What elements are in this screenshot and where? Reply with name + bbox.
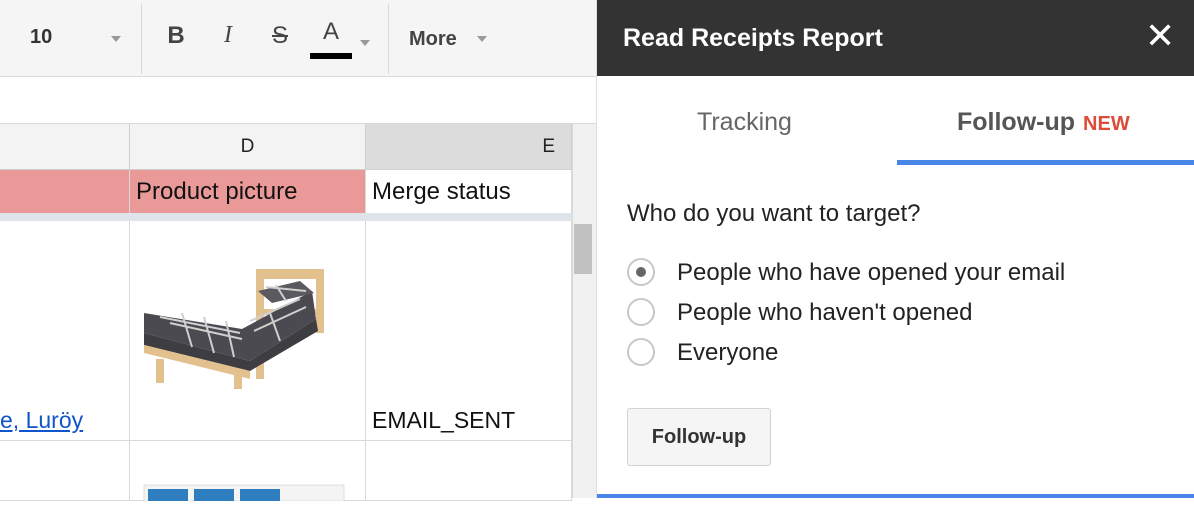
scrollbar-thumb[interactable] xyxy=(574,224,592,274)
option-label-everyone[interactable]: Everyone xyxy=(677,339,778,367)
text-color-swatch xyxy=(310,53,352,59)
sidebar-title: Read Receipts Report xyxy=(623,24,883,52)
close-icon[interactable]: ✕ xyxy=(1145,16,1175,56)
cell-product-picture[interactable] xyxy=(130,441,366,502)
option-label-opened[interactable]: People who have opened your email xyxy=(677,259,1065,287)
shelf-image xyxy=(143,484,345,502)
product-link[interactable]: e, Luröy xyxy=(0,407,83,434)
tab-follow-up-label: Follow-up xyxy=(957,108,1076,136)
bed-image xyxy=(144,269,324,389)
option-label-not-opened[interactable]: People who haven't opened xyxy=(677,299,973,327)
follow-up-button[interactable]: Follow-up xyxy=(627,408,771,466)
header-cell-c[interactable] xyxy=(0,170,130,214)
tab-tracking[interactable]: Tracking xyxy=(697,108,792,137)
text-color-button[interactable]: A xyxy=(316,18,346,46)
radio-opened[interactable] xyxy=(627,258,655,286)
italic-button[interactable]: I xyxy=(213,22,243,49)
cell-product-picture[interactable] xyxy=(130,221,366,441)
header-cell-product-picture[interactable]: Product picture xyxy=(130,170,366,214)
sidebar-bottom-bar xyxy=(597,494,1194,498)
active-tab-indicator xyxy=(897,160,1194,165)
formula-bar[interactable] xyxy=(0,77,596,124)
radio-everyone[interactable] xyxy=(627,338,655,366)
target-question: Who do you want to target? xyxy=(627,200,921,227)
radio-not-opened[interactable] xyxy=(627,298,655,326)
vertical-scrollbar[interactable] xyxy=(572,124,597,498)
font-size-select[interactable]: 10 xyxy=(30,26,52,49)
column-header-e[interactable]: E xyxy=(366,124,572,170)
column-header-c[interactable] xyxy=(0,124,130,170)
header-cell-merge-status[interactable]: Merge status xyxy=(366,170,572,214)
format-toolbar: 10 B I S A More xyxy=(0,0,596,77)
more-button[interactable]: More xyxy=(409,28,457,51)
cell-merge-status[interactable] xyxy=(366,441,572,501)
merge-status-value: EMAIL_SENT xyxy=(372,407,516,433)
strikethrough-button[interactable]: S xyxy=(265,22,295,50)
bold-button[interactable]: B xyxy=(161,22,191,50)
new-badge: NEW xyxy=(1083,113,1130,135)
cell-name[interactable] xyxy=(0,441,130,501)
column-header-d[interactable]: D xyxy=(130,124,366,170)
sidebar-header: Read Receipts Report ✕ xyxy=(597,0,1194,76)
tab-follow-up[interactable]: Follow-up NEW xyxy=(957,108,1130,137)
more-dropdown-icon[interactable] xyxy=(477,36,487,42)
font-size-dropdown-icon[interactable] xyxy=(111,36,121,42)
frozen-row-divider xyxy=(0,213,572,221)
toolbar-divider xyxy=(388,4,389,74)
text-color-dropdown-icon[interactable] xyxy=(360,40,370,46)
cell-merge-status[interactable]: EMAIL_SENT xyxy=(366,221,572,441)
toolbar-divider xyxy=(141,4,142,74)
cell-name[interactable]: e, Luröy xyxy=(0,221,130,441)
read-receipts-sidebar: Read Receipts Report ✕ Tracking Follow-u… xyxy=(596,0,1194,498)
